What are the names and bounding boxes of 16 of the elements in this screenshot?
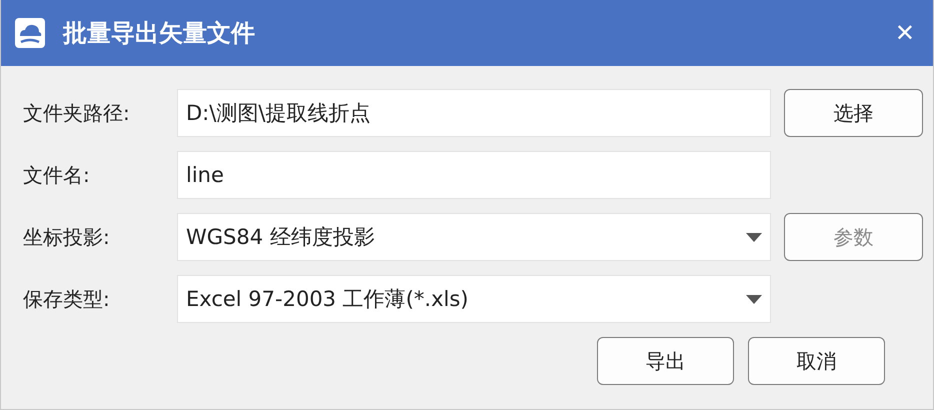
input-field[interactable]: line bbox=[177, 151, 771, 199]
side-button[interactable]: 选择 bbox=[784, 89, 923, 137]
app-logo-icon bbox=[15, 18, 45, 48]
field-label: 文件名: bbox=[23, 162, 91, 188]
dropdown-caret-icon bbox=[746, 232, 762, 242]
dialog-button[interactable]: 取消 bbox=[748, 337, 885, 385]
field-label: 文件夹路径: bbox=[23, 100, 131, 126]
close-button[interactable]: ✕ bbox=[890, 19, 919, 47]
window-title: 批量导出矢量文件 bbox=[63, 18, 256, 49]
dropdown-field[interactable]: WGS84 经纬度投影 bbox=[177, 213, 771, 261]
input-field[interactable]: D:\测图\提取线折点 bbox=[177, 89, 771, 137]
dialog-button[interactable]: 导出 bbox=[597, 337, 734, 385]
dropdown-caret-icon bbox=[746, 294, 762, 304]
field-label: 坐标投影: bbox=[23, 224, 111, 250]
field-label: 保存类型: bbox=[23, 286, 111, 312]
dropdown-field[interactable]: Excel 97-2003 工作薄(*.xls) bbox=[177, 275, 771, 323]
